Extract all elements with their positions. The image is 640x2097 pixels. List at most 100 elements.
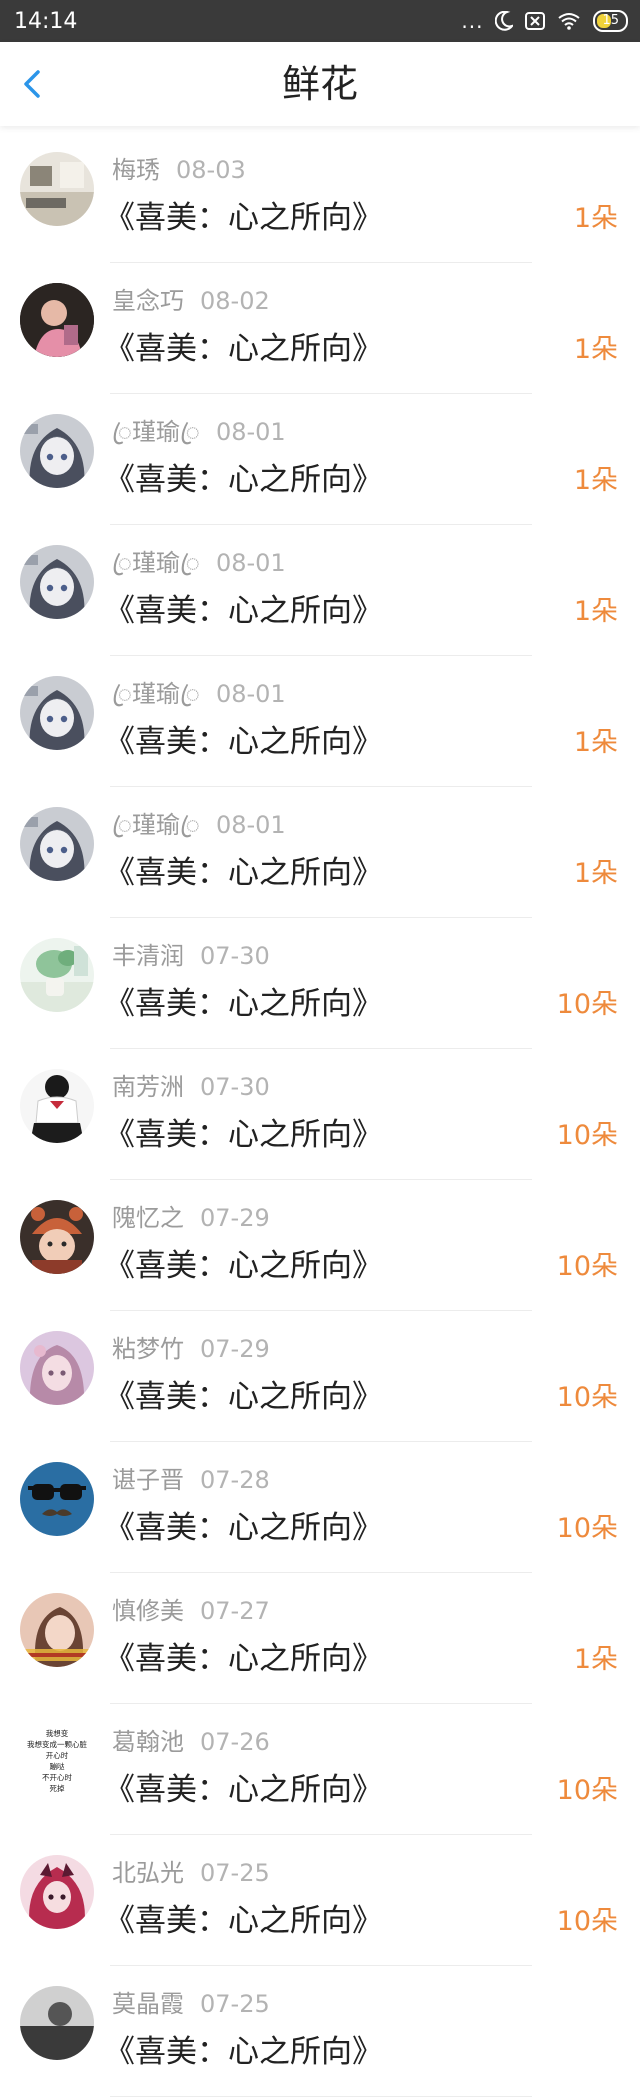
list-item[interactable]: 皇念巧 08-02 《喜美：心之所向》 1朵 [0, 263, 640, 394]
user-meta: 丰清润 07-30 [112, 936, 270, 971]
list-item[interactable]: 谌子晋 07-28 《喜美：心之所向》 10朵 [0, 1442, 640, 1573]
flower-count: 10朵 [556, 1120, 618, 1151]
book-title: 《喜美：心之所向》 [104, 855, 383, 891]
svg-text:不开心时: 不开心时 [42, 1772, 72, 1782]
gift-date: 07-30 [200, 942, 270, 970]
flower-count: 1朵 [573, 596, 618, 627]
user-meta: 谌子晋 07-28 [112, 1460, 270, 1495]
book-title: 《喜美：心之所向》 [104, 1510, 383, 1546]
user-name: ꦿ瑾瑜ꦿ [112, 680, 200, 708]
book-title: 《喜美：心之所向》 [104, 1379, 383, 1415]
avatar[interactable] [20, 938, 94, 1012]
gift-date: 07-29 [200, 1335, 270, 1363]
avatar[interactable] [20, 283, 94, 357]
list-item[interactable]: 慎修美 07-27 《喜美：心之所向》 1朵 [0, 1573, 640, 1704]
flower-count: 10朵 [556, 1251, 618, 1282]
list-item[interactable]: 隗忆之 07-29 《喜美：心之所向》 10朵 [0, 1180, 640, 1311]
flower-count: 1朵 [573, 858, 618, 889]
list-item[interactable]: 莫晶霞 07-25 《喜美：心之所向》 [0, 1966, 640, 2097]
wifi-icon [557, 12, 581, 30]
gift-date: 08-01 [215, 549, 286, 577]
user-meta: 慎修美 07-27 [112, 1591, 270, 1626]
user-name: 北弘光 [112, 1859, 184, 1887]
gift-date: 08-01 [215, 418, 286, 446]
user-meta: 南芳洲 07-30 [112, 1067, 270, 1102]
book-title: 《喜美：心之所向》 [104, 331, 383, 367]
moon-icon [495, 11, 514, 31]
book-title: 《喜美：心之所向》 [104, 1641, 383, 1677]
avatar[interactable] [20, 1986, 94, 2060]
book-title: 《喜美：心之所向》 [104, 1248, 383, 1284]
gift-date: 08-02 [200, 287, 270, 315]
list-item[interactable]: 北弘光 07-25 《喜美：心之所向》 10朵 [0, 1835, 640, 1966]
avatar[interactable] [20, 807, 94, 881]
gift-date: 07-26 [200, 1728, 270, 1756]
book-title: 《喜美：心之所向》 [104, 593, 383, 629]
more-dots-icon: ... [461, 9, 484, 33]
svg-text:死掉: 死掉 [50, 1783, 65, 1793]
user-meta: 皇念巧 08-02 [112, 281, 270, 316]
book-title: 《喜美：心之所向》 [104, 200, 383, 236]
book-title: 《喜美：心之所向》 [104, 462, 383, 498]
flower-count: 10朵 [556, 1382, 618, 1413]
gift-date: 08-01 [215, 811, 286, 839]
svg-text:蹦哒: 蹦哒 [50, 1761, 65, 1771]
avatar[interactable] [20, 1593, 94, 1667]
battery-icon: 15 [593, 10, 628, 32]
avatar[interactable] [20, 1855, 94, 1929]
avatar[interactable] [20, 545, 94, 619]
flower-count: 10朵 [556, 1906, 618, 1937]
avatar[interactable] [20, 152, 94, 226]
svg-text:我想变: 我想变 [46, 1728, 69, 1738]
gift-date: 07-30 [200, 1073, 270, 1101]
flower-count: 1朵 [573, 203, 618, 234]
list-item[interactable]: 梅琇 08-03 《喜美：心之所向》 1朵 [0, 132, 640, 263]
user-name: 梅琇 [112, 156, 160, 184]
user-name: 粘梦竹 [112, 1335, 184, 1363]
nav-bar: 鲜花 [0, 42, 640, 126]
sim-off-icon [525, 12, 546, 30]
list-item[interactable]: ꦿ瑾瑜ꦿ 08-01 《喜美：心之所向》 1朵 [0, 787, 640, 918]
gift-date: 07-29 [200, 1204, 270, 1232]
avatar[interactable] [20, 676, 94, 750]
status-icons: ... 15 [461, 9, 628, 33]
status-time: 14:14 [14, 8, 78, 34]
avatar[interactable] [20, 1331, 94, 1405]
avatar[interactable] [20, 1462, 94, 1536]
gift-date: 07-25 [200, 1990, 270, 2018]
status-bar: 14:14 ... 15 [0, 0, 640, 42]
book-title: 《喜美：心之所向》 [104, 986, 383, 1022]
gift-date: 08-03 [176, 156, 246, 184]
list-item[interactable]: 我想变 我想变成一颗心脏 开心时 蹦哒 不开心时 死掉 葛翰池 07-26 《喜美：心之所向》 1… [0, 1704, 640, 1835]
flower-count: 10朵 [556, 1775, 618, 1806]
svg-text:开心时: 开心时 [46, 1750, 69, 1760]
list-item[interactable]: 粘梦竹 07-29 《喜美：心之所向》 10朵 [0, 1311, 640, 1442]
user-meta: 北弘光 07-25 [112, 1853, 270, 1888]
list-item[interactable]: ꦿ瑾瑜ꦿ 08-01 《喜美：心之所向》 1朵 [0, 525, 640, 656]
avatar[interactable] [20, 1200, 94, 1274]
battery-level: 15 [602, 13, 619, 28]
flower-list: 梅琇 08-03 《喜美：心之所向》 1朵 皇念巧 08-02 《喜美：心之所向》 1朵ꦿ瑾瑜… [0, 132, 640, 2097]
user-name: ꦿ瑾瑜ꦿ [112, 549, 200, 577]
gift-date: 07-25 [200, 1859, 270, 1887]
flower-count: 10朵 [556, 1513, 618, 1544]
list-item[interactable]: 丰清润 07-30 《喜美：心之所向》 10朵 [0, 918, 640, 1049]
user-name: 莫晶霞 [112, 1990, 184, 2018]
flower-count: 1朵 [573, 727, 618, 758]
avatar[interactable]: 我想变 我想变成一颗心脏 开心时 蹦哒 不开心时 死掉 [20, 1724, 94, 1798]
user-meta: 隗忆之 07-29 [112, 1198, 270, 1233]
user-name: ꦿ瑾瑜ꦿ [112, 418, 200, 446]
user-name: 南芳洲 [112, 1073, 184, 1101]
list-item[interactable]: ꦿ瑾瑜ꦿ 08-01 《喜美：心之所向》 1朵 [0, 656, 640, 787]
book-title: 《喜美：心之所向》 [104, 2034, 383, 2070]
user-meta: 梅琇 08-03 [112, 150, 246, 185]
list-item[interactable]: 南芳洲 07-30 《喜美：心之所向》 10朵 [0, 1049, 640, 1180]
user-name: 葛翰池 [112, 1728, 184, 1756]
avatar[interactable] [20, 1069, 94, 1143]
user-name: 隗忆之 [112, 1204, 184, 1232]
avatar[interactable] [20, 414, 94, 488]
user-name: 谌子晋 [112, 1466, 184, 1494]
svg-text:我想变成一颗心脏: 我想变成一颗心脏 [27, 1739, 87, 1749]
list-item[interactable]: ꦿ瑾瑜ꦿ 08-01 《喜美：心之所向》 1朵 [0, 394, 640, 525]
flower-count: 1朵 [573, 1644, 618, 1675]
